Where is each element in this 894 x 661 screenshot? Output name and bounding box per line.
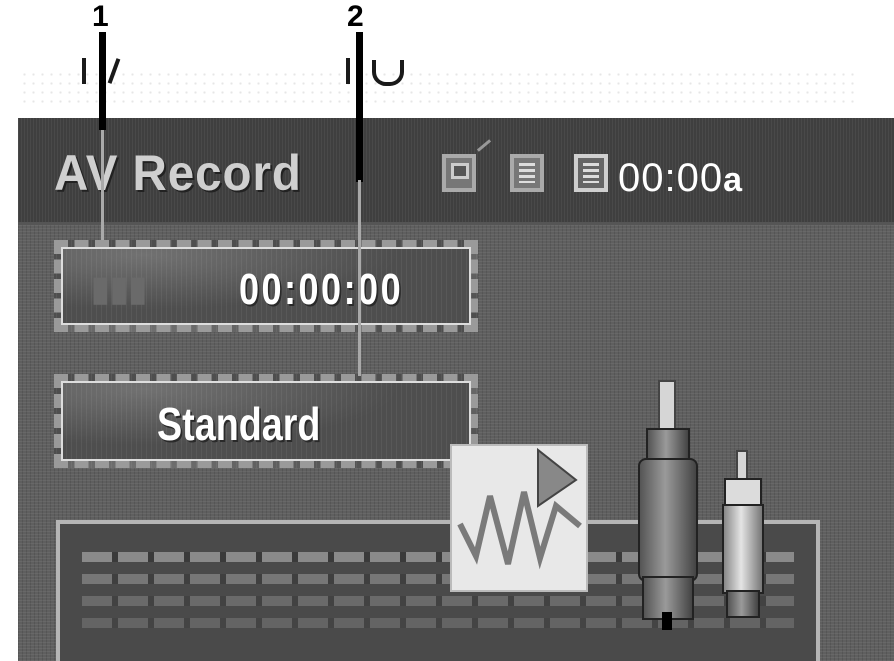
disc-icon (510, 154, 544, 192)
record-mode-panel[interactable]: Standard (54, 374, 478, 468)
clock-time: 00:00 (618, 156, 724, 200)
page-title: AV Record (54, 145, 302, 201)
callout-line-2 (356, 32, 363, 182)
recording-time-panel[interactable]: ▮▮▮ 00:00:00 (54, 240, 478, 332)
clock-suffix: a (723, 161, 744, 199)
ghost-tick (346, 58, 350, 84)
av-plug-small-icon (718, 450, 768, 640)
av-record-screen: AV Record 00:00a ▮▮▮ 00:00:00 Standard (18, 118, 894, 661)
time-label-ghost-icon: ▮▮▮ (91, 270, 148, 308)
title-bar: AV Record 00:00a (18, 118, 894, 225)
ghost-arc (372, 60, 404, 86)
callout-line-1 (99, 32, 106, 130)
bottom-graphic-frame (56, 520, 820, 661)
clock-display: 00:00a (618, 156, 743, 201)
av-plug-icon (632, 380, 704, 630)
antenna-icon (476, 139, 492, 152)
callout-number-1: 1 (92, 0, 109, 33)
callout-number-2: 2 (347, 0, 364, 33)
callout-leader-2 (358, 180, 361, 376)
ghost-tick (82, 58, 86, 84)
record-mode-value: Standard (157, 398, 321, 450)
disc-active-icon (574, 154, 608, 192)
background-dots (20, 70, 860, 106)
av-signal-icon (450, 444, 588, 592)
tv-antenna-icon (442, 154, 476, 192)
recording-time-value: 00:00:00 (239, 265, 404, 314)
callout-leader-1 (101, 130, 104, 240)
